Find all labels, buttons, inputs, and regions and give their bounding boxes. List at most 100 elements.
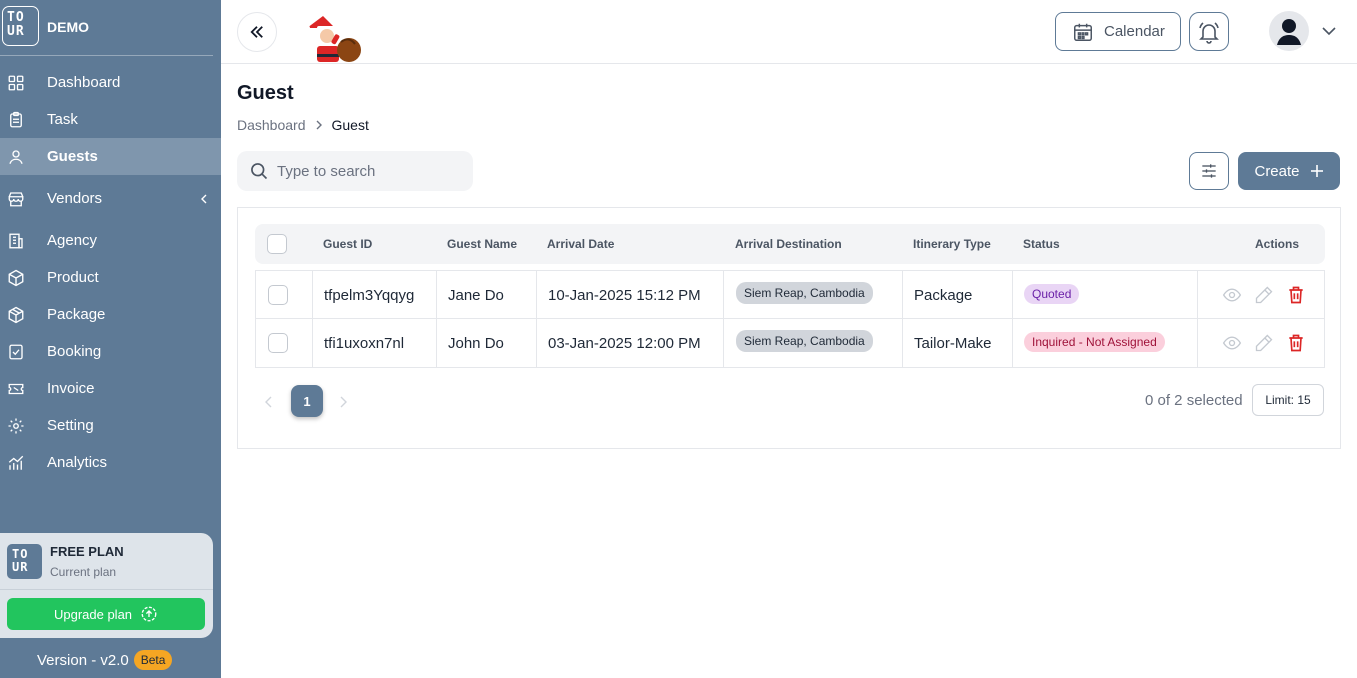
table-header: Guest ID Guest Name Arrival Date Arrival… [255,224,1325,264]
cell-divider [723,271,724,318]
header-arrival-destination[interactable]: Arrival Destination [735,237,842,251]
logo-text-top: TO [7,10,25,25]
sidebar-item-product[interactable]: Product [0,259,221,296]
sidebar-item-label: Invoice [47,380,95,397]
cell-divider [1012,319,1013,367]
brand-name: DEMO [47,19,89,35]
cell-guest-id: tfpelm3Yqqyg [324,287,415,304]
limit-select[interactable]: Limit: 15 [1252,384,1324,416]
calendar-button[interactable]: Calendar [1055,12,1181,51]
search-input[interactable] [277,162,457,180]
guest-table-card: Guest ID Guest Name Arrival Date Arrival… [237,207,1341,449]
status-badge: Inquired - Not Assigned [1024,332,1165,352]
sidebar-item-vendors[interactable]: Vendors [0,175,221,222]
beta-badge: Beta [133,650,173,670]
sidebar: TO UR DEMO Dashboard Task Guests Vendors… [0,0,221,678]
filter-button[interactable] [1189,152,1229,190]
trash-icon[interactable] [1285,285,1307,305]
santa-icon [304,16,361,62]
plan-divider [0,589,213,590]
sidebar-item-agency[interactable]: Agency [0,222,221,259]
chevron-down-icon[interactable] [1321,23,1337,39]
bell-icon [1199,21,1219,44]
sidebar-item-label: Analytics [47,454,108,471]
selected-count: 0 of 2 selected [1145,392,1243,409]
trash-icon[interactable] [1285,333,1307,353]
box-icon [8,269,24,286]
upgrade-plan-button[interactable]: Upgrade plan [7,598,205,630]
header-itinerary-type[interactable]: Itinerary Type [913,237,991,251]
sidebar-item-booking[interactable]: Booking [0,333,221,370]
page-title: Guest [237,82,294,104]
sidebar-item-label: Package [47,306,106,323]
header-guest-id[interactable]: Guest ID [323,237,372,251]
ticket-icon [8,383,24,394]
version-info: Version - v2.0 Beta [37,650,173,670]
sidebar-item-label: Setting [47,417,94,434]
status-badge: Quoted [1024,284,1080,304]
sidebar-item-package[interactable]: Package [0,296,221,333]
cell-divider [436,271,437,318]
plan-subtitle: Current plan [50,565,117,579]
search-icon [251,163,268,180]
cell-divider [1197,271,1198,318]
double-chevron-left-icon [250,26,263,38]
cell-divider [536,319,537,367]
cell-itinerary-type: Package [914,287,973,304]
header-guest-name[interactable]: Guest Name [447,237,517,251]
table-row[interactable]: tfi1uxoxn7nl John Do 03-Jan-2025 12:00 P… [255,319,1325,368]
brand: TO UR DEMO [0,0,213,56]
gear-icon [8,418,24,433]
breadcrumb-dashboard[interactable]: Dashboard [237,117,306,133]
cell-divider [1012,271,1013,318]
sidebar-item-setting[interactable]: Setting [0,407,221,444]
page-button-1[interactable]: 1 [291,385,323,417]
notifications-button[interactable] [1189,12,1229,51]
header-actions: Actions [1255,237,1300,251]
cell-divider [902,319,903,367]
package-icon [8,306,24,323]
chevron-right-icon[interactable] [338,396,348,408]
create-button[interactable]: Create [1238,152,1340,190]
cell-itinerary-type: Tailor-Make [914,335,992,352]
sidebar-item-guests[interactable]: Guests [0,138,221,175]
sidebar-item-label: Agency [47,232,98,249]
cell-arrival-date: 03-Jan-2025 12:00 PM [548,335,701,352]
row-checkbox[interactable] [268,333,288,353]
sidebar-item-analytics[interactable]: Analytics [0,444,221,481]
user-icon [9,149,23,164]
cell-divider [536,271,537,318]
table-row[interactable]: tfpelm3Yqqyg Jane Do 10-Jan-2025 15:12 P… [255,270,1325,319]
avatar[interactable] [1269,11,1309,51]
pencil-icon[interactable] [1253,333,1275,353]
chevron-left-icon[interactable] [199,194,209,204]
dashboard-icon [8,75,24,90]
eye-icon[interactable] [1221,285,1243,305]
chevron-left-icon[interactable] [264,396,274,408]
sidebar-item-label: Task [47,111,78,128]
cell-divider [436,319,437,367]
sidebar-item-invoice[interactable]: Invoice [0,370,221,407]
logo-text-bottom: UR [12,560,29,574]
booking-icon [9,344,23,359]
upgrade-label: Upgrade plan [53,606,133,622]
plan-card: TO UR FREE PLAN Current plan Upgrade pla… [0,533,213,638]
row-checkbox[interactable] [268,285,288,305]
sidebar-item-label: Guests [47,148,98,165]
header-arrival-date[interactable]: Arrival Date [547,237,614,251]
sidebar-item-task[interactable]: Task [0,101,221,138]
sidebar-item-dashboard[interactable]: Dashboard [0,64,221,101]
cell-divider [312,319,313,367]
pencil-icon[interactable] [1253,285,1275,305]
select-all-checkbox[interactable] [267,234,287,254]
tour-logo[interactable]: TO UR [2,6,39,46]
upgrade-arrow-icon [141,606,157,622]
breadcrumb-guest: Guest [331,117,369,133]
store-icon [8,191,24,206]
collapse-sidebar-button[interactable] [237,12,277,52]
eye-icon[interactable] [1221,333,1243,353]
header-status[interactable]: Status [1023,237,1060,251]
top-bar: Calendar [221,0,1357,64]
cell-guest-id: tfi1uxoxn7nl [324,335,405,352]
logo-text-bottom: UR [7,24,25,39]
